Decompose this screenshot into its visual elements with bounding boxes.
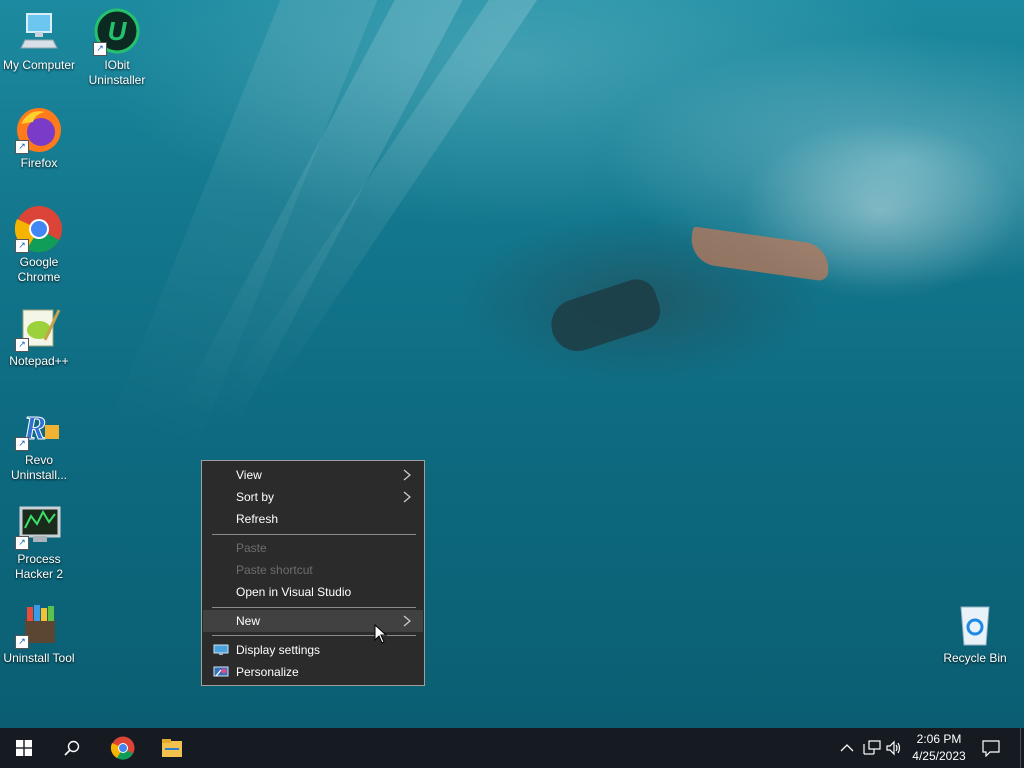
iobit-uninstaller-icon: U ↗ — [93, 8, 141, 56]
desktop-icon-uninstall-tool[interactable]: ↗ Uninstall Tool — [0, 601, 78, 666]
desktop-icon-label: Process — [17, 552, 61, 566]
menu-item-display-settings[interactable]: Display settings — [203, 639, 423, 661]
svg-text:U: U — [108, 16, 128, 46]
desktop-icon-notepad-plus-plus[interactable]: ↗ Notepad++ — [0, 304, 78, 369]
process-hacker-icon: ↗ — [15, 502, 63, 550]
menu-item-label: View — [236, 468, 262, 482]
computer-icon — [15, 8, 63, 56]
search-button[interactable] — [48, 728, 96, 768]
diver-figure — [544, 274, 666, 358]
chevron-right-icon — [403, 469, 411, 481]
desktop-icon-label: Uninstaller — [88, 73, 146, 87]
menu-item-paste-shortcut[interactable]: Paste shortcut — [203, 559, 423, 581]
desktop-icon-label: Recycle Bin — [943, 651, 1007, 665]
taskbar: 2:06 PM 4/25/2023 — [0, 728, 1024, 768]
notification-icon[interactable] — [982, 740, 1000, 757]
desktop-icon-label: Uninstall... — [10, 468, 68, 482]
desktop-background[interactable]: My Computer U ↗ IObit Uninstaller ↗ Fire… — [0, 0, 1024, 728]
monitor-icon — [213, 644, 229, 655]
start-button[interactable] — [0, 728, 48, 768]
menu-item-refresh[interactable]: Refresh — [203, 508, 423, 530]
chevron-right-icon — [403, 615, 411, 627]
menu-item-label: Paste — [236, 541, 267, 555]
taskbar-chrome-button[interactable] — [99, 728, 147, 768]
network-icon[interactable] — [863, 740, 881, 756]
search-icon — [64, 740, 80, 756]
menu-item-label: Sort by — [236, 490, 275, 504]
desktop-icon-label: Chrome — [17, 270, 61, 284]
chrome-icon — [111, 736, 135, 760]
desktop-icon-recycle-bin[interactable]: Recycle Bin — [936, 601, 1014, 666]
shortcut-arrow-icon: ↗ — [15, 239, 29, 253]
menu-separator — [212, 607, 416, 608]
menu-item-label: Personalize — [236, 665, 299, 679]
start-icon — [16, 740, 32, 756]
desktop-icon-firefox[interactable]: ↗ Firefox — [0, 106, 78, 171]
desktop-icon-iobit-uninstaller[interactable]: U ↗ IObit Uninstaller — [78, 8, 156, 88]
desktop-icon-revo-uninstaller[interactable]: R ↗ Revo Uninstall... — [0, 403, 78, 483]
chevron-up-icon[interactable] — [840, 742, 854, 754]
file-explorer-icon — [162, 739, 182, 757]
menu-item-new[interactable]: New — [203, 610, 423, 632]
desktop-icon-label: Firefox — [20, 156, 58, 170]
show-desktop-button[interactable] — [1020, 728, 1021, 768]
notepad-plus-plus-icon: ↗ — [15, 304, 63, 352]
menu-item-view[interactable]: View — [203, 464, 423, 486]
menu-item-open-in-visual-studio[interactable]: Open in Visual Studio — [203, 581, 423, 603]
desktop-icon-label: Notepad++ — [9, 354, 69, 368]
menu-item-personalize[interactable]: Personalize — [203, 661, 423, 683]
personalize-icon — [213, 666, 229, 677]
menu-separator — [212, 534, 416, 535]
chevron-right-icon — [403, 491, 411, 503]
desktop-icon-label: IObit — [104, 58, 130, 72]
taskbar-file-explorer-button[interactable] — [148, 728, 196, 768]
shortcut-arrow-icon: ↗ — [15, 338, 29, 352]
desktop-icon-google-chrome[interactable]: ↗ Google Chrome — [0, 205, 78, 285]
clock-date[interactable]: 4/25/2023 — [906, 749, 972, 763]
mouse-cursor-icon — [374, 624, 388, 644]
shortcut-arrow-icon: ↗ — [15, 536, 29, 550]
menu-item-paste[interactable]: Paste — [203, 537, 423, 559]
firefox-icon: ↗ — [15, 106, 63, 154]
menu-item-label: Refresh — [236, 512, 279, 526]
desktop-icon-label: Google — [19, 255, 59, 269]
revo-uninstaller-icon: R ↗ — [15, 403, 63, 451]
menu-item-label: New — [236, 614, 261, 628]
shortcut-arrow-icon: ↗ — [15, 635, 29, 649]
desktop-icon-label: Uninstall Tool — [3, 651, 75, 665]
menu-item-label: Open in Visual Studio — [236, 585, 352, 599]
desktop-context-menu: View Sort by Refresh Paste Paste shortcu… — [201, 460, 425, 686]
menu-item-label: Paste shortcut — [236, 563, 313, 577]
desktop-icon-label: Revo — [24, 453, 53, 467]
clock-time[interactable]: 2:06 PM — [906, 732, 972, 746]
chrome-icon: ↗ — [14, 205, 63, 253]
shortcut-arrow-icon: ↗ — [15, 437, 29, 451]
shortcut-arrow-icon: ↗ — [93, 42, 107, 56]
desktop-icon-process-hacker[interactable]: ↗ Process Hacker 2 — [0, 502, 78, 582]
uninstall-tool-icon: ↗ — [15, 601, 63, 649]
desktop-icon-label: Hacker 2 — [14, 567, 64, 581]
menu-item-label: Display settings — [236, 643, 321, 657]
recycle-bin-icon — [951, 601, 999, 649]
volume-icon[interactable] — [886, 740, 902, 756]
menu-item-sort-by[interactable]: Sort by — [203, 486, 423, 508]
desktop-icon-my-computer[interactable]: My Computer — [0, 8, 78, 73]
desktop-icon-label: My Computer — [2, 58, 76, 72]
shortcut-arrow-icon: ↗ — [15, 140, 29, 154]
